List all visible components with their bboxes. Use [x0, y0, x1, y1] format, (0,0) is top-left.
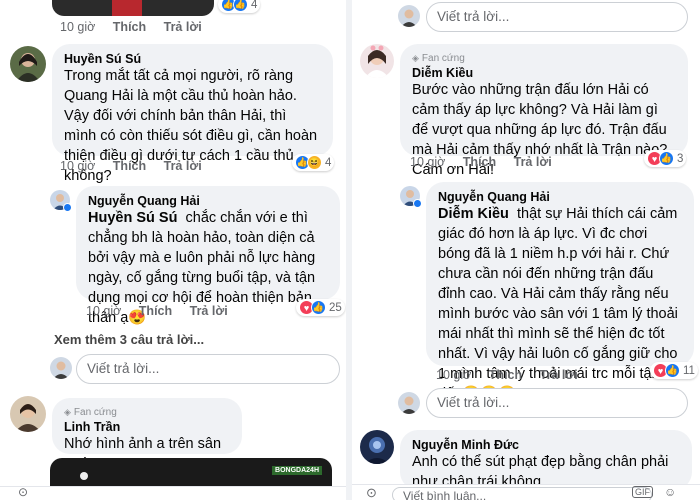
like-reaction-icon: 👍	[311, 300, 326, 315]
reaction-summary[interactable]: ♥ 👍 11	[650, 362, 698, 379]
reaction-summary[interactable]: 👍 👍 4	[218, 0, 261, 13]
comment-time: 10 giờ	[410, 155, 446, 169]
reaction-summary[interactable]: 👍 😆 4	[292, 154, 335, 171]
reaction-summary[interactable]: ♥ 👍 3	[644, 150, 687, 167]
like-link[interactable]: Thích	[139, 304, 172, 318]
haha-reaction-icon: 😆	[307, 155, 322, 170]
bottom-toolbar: ⊙	[0, 485, 346, 500]
comment-bubble: Huyền Sú Sú Trong mắt tất cả mọi người, …	[52, 44, 333, 184]
like-link[interactable]: Thích	[489, 368, 522, 382]
diamond-icon: ◈	[64, 407, 71, 417]
right-comment-column: Viết trả lời... ◈ Fan cứng Diễm Kiều Bước…	[352, 0, 700, 500]
fan-badge-label: Fan cứng	[73, 407, 117, 418]
avatar[interactable]	[360, 430, 394, 464]
avatar	[398, 392, 420, 414]
reply-actions: 10 giờ Thích Trả lời	[436, 368, 592, 382]
reply-link[interactable]: Trả lời	[164, 20, 202, 34]
comment-author[interactable]: Huyền Sú Sú	[64, 52, 321, 66]
verified-badge-icon	[413, 199, 422, 208]
reply-link[interactable]: Trả lời	[190, 304, 228, 318]
comment-time: 10 giờ	[60, 159, 96, 173]
comment-author[interactable]: Linh Trần	[64, 420, 230, 434]
reply-author[interactable]: Nguyễn Quang Hải	[438, 190, 682, 204]
top-image-preview[interactable]	[52, 0, 214, 16]
reply-input[interactable]: Viết trả lời...	[426, 2, 688, 32]
reply-link[interactable]: Trả lời	[540, 368, 578, 382]
fan-badge: ◈ Fan cứng	[412, 52, 676, 65]
reply-link[interactable]: Trả lời	[164, 159, 202, 173]
comment-time: 10 giờ	[86, 304, 122, 318]
like-link[interactable]: Thích	[113, 20, 146, 34]
like-link[interactable]: Thích	[463, 155, 496, 169]
reaction-count: 3	[677, 152, 684, 165]
camera-icon[interactable]: ⊙	[366, 485, 377, 500]
camera-icon[interactable]: ⊙	[18, 485, 28, 499]
reply-author[interactable]: Nguyễn Quang Hải	[88, 194, 328, 208]
verified-badge-icon	[63, 203, 72, 212]
reply-input[interactable]: Viết trả lời...	[426, 388, 688, 418]
avatar	[50, 357, 72, 379]
bottom-comment-bar: ⊙ Viết bình luận... GIF ☺	[352, 484, 700, 500]
diamond-icon: ◈	[412, 53, 419, 63]
reply-bubble: Nguyễn Quang Hải Diễm Kiều thật sự Hải t…	[426, 182, 694, 402]
fan-badge: ◈ Fan cứng	[64, 406, 230, 419]
mention-link[interactable]: Huyền Sú Sú	[88, 210, 177, 226]
image-watermark: BONGDA24H	[272, 466, 322, 475]
avatar[interactable]	[10, 46, 46, 82]
like-reaction-icon: 👍	[659, 151, 674, 166]
reply-input[interactable]: Viết trả lời...	[76, 354, 340, 384]
reply-link[interactable]: Trả lời	[514, 155, 552, 169]
avatar[interactable]	[10, 396, 46, 432]
reply-bubble: Nguyễn Quang Hải Huyền Sú Sú chắc chắn v…	[76, 186, 340, 326]
comment-time: 10 giờ	[60, 20, 96, 34]
comment-actions: 10 giờ Thích Trả lời	[60, 159, 216, 173]
reaction-count: 4	[325, 156, 332, 169]
reaction-count: 25	[329, 301, 342, 314]
comment-actions: 10 giờ Thích Trả lời	[410, 155, 566, 169]
comment-bubble: ◈ Fan cứng Diễm Kiều Bước vào những trận …	[400, 44, 688, 178]
top-comment-actions: 10 giờ Thích Trả lời	[60, 20, 216, 34]
like-link[interactable]: Thích	[113, 159, 146, 173]
avatar[interactable]	[360, 44, 394, 78]
left-comment-column: 10 giờ Thích Trả lời 👍 👍 4 Huyền Sú Sú T…	[0, 0, 346, 500]
comment-input[interactable]: Viết bình luận...	[392, 487, 652, 500]
fan-badge-label: Fan cứng	[421, 53, 465, 64]
mention-link[interactable]: Diễm Kiều	[438, 206, 509, 222]
comment-author[interactable]: Nguyễn Minh Đức	[412, 438, 680, 452]
see-more-replies-link[interactable]: Xem thêm 3 câu trả lời...	[54, 332, 204, 347]
like-reaction-icon: 👍	[233, 0, 248, 12]
comment-author[interactable]: Diễm Kiều	[412, 66, 676, 80]
gif-icon[interactable]: GIF	[632, 486, 653, 498]
comment-bubble: ◈ Fan cứng Linh Trần Nhớ hình ảnh a trên …	[52, 398, 242, 472]
avatar	[398, 5, 420, 27]
reaction-count: 11	[683, 364, 695, 377]
emoji-icon[interactable]: ☺	[664, 485, 676, 499]
reaction-summary[interactable]: ♥ 👍 25	[296, 299, 345, 316]
reaction-count: 4	[251, 0, 258, 11]
reply-actions: 10 giờ Thích Trả lời	[86, 304, 242, 318]
comment-time: 10 giờ	[436, 368, 472, 382]
like-reaction-icon: 👍	[665, 363, 680, 378]
comment-bubble: Nguyễn Minh Đức Anh có thể sút phạt đẹp …	[400, 430, 692, 490]
